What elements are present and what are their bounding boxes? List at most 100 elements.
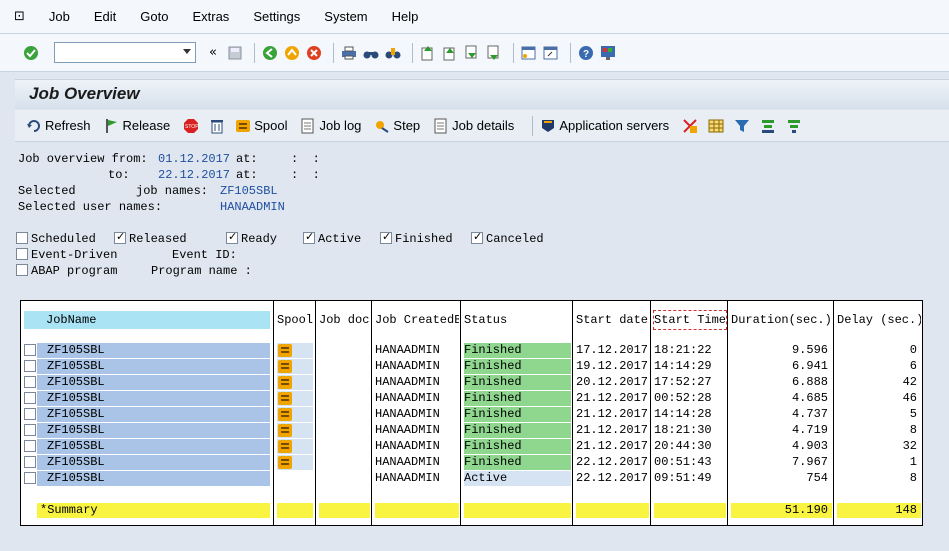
spool-cell[interactable] bbox=[277, 375, 313, 390]
last-page-icon[interactable] bbox=[485, 44, 503, 62]
job-name-cell[interactable]: ZF105SBL bbox=[37, 407, 270, 422]
row-select-checkbox[interactable] bbox=[24, 440, 36, 452]
menu-edit[interactable]: Edit bbox=[94, 9, 116, 24]
spool-cell[interactable] bbox=[277, 439, 313, 454]
filter-event-driven[interactable]: Event-Driven bbox=[16, 248, 117, 262]
row-select-checkbox[interactable] bbox=[24, 360, 36, 372]
column-header-start-time[interactable]: Start Time bbox=[653, 310, 727, 330]
column-header-delay[interactable]: Delay (sec.) bbox=[837, 311, 921, 329]
filter-abap-program[interactable]: ABAP program bbox=[16, 264, 117, 278]
filter-ready[interactable]: Ready bbox=[226, 230, 277, 246]
settings-button[interactable] bbox=[681, 117, 701, 134]
released-checkbox[interactable] bbox=[114, 230, 126, 244]
find-next-icon[interactable] bbox=[384, 44, 402, 62]
print-icon[interactable] bbox=[340, 44, 358, 62]
spool-cell[interactable] bbox=[277, 455, 313, 470]
active-checkbox[interactable] bbox=[303, 230, 315, 244]
job-log-button[interactable]: Job log bbox=[299, 117, 361, 134]
spool-icon[interactable] bbox=[278, 408, 292, 421]
ready-checkbox[interactable] bbox=[226, 230, 238, 244]
row-select-checkbox[interactable] bbox=[24, 392, 36, 404]
canceled-checkbox[interactable] bbox=[471, 230, 483, 244]
job-name-cell[interactable]: ZF105SBL bbox=[37, 375, 270, 390]
back-icon[interactable] bbox=[261, 44, 279, 62]
abap-program-checkbox[interactable] bbox=[16, 264, 28, 276]
enter-icon[interactable] bbox=[22, 44, 40, 62]
column-header-start-date[interactable]: Start date bbox=[576, 311, 649, 329]
row-select-checkbox[interactable] bbox=[24, 456, 36, 468]
first-page-icon[interactable] bbox=[419, 44, 437, 62]
menu-goto[interactable]: Goto bbox=[140, 9, 168, 24]
collapse-icon[interactable]: « bbox=[204, 44, 222, 62]
spool-button[interactable]: Spool bbox=[234, 117, 287, 134]
column-header-spool[interactable]: Spool bbox=[277, 311, 313, 329]
spool-icon[interactable] bbox=[278, 344, 292, 357]
column-header-created-by[interactable]: Job CreatedB bbox=[375, 311, 459, 329]
spool-icon[interactable] bbox=[278, 376, 292, 389]
spool-cell[interactable] bbox=[277, 407, 313, 422]
cancel-icon[interactable] bbox=[305, 44, 323, 62]
filter-active[interactable]: Active bbox=[303, 230, 361, 246]
menu-help[interactable]: Help bbox=[392, 9, 419, 24]
sort-descending-button[interactable] bbox=[785, 117, 805, 134]
new-session-icon[interactable] bbox=[520, 44, 538, 62]
job-name-cell[interactable]: ZF105SBL bbox=[37, 343, 270, 358]
finished-checkbox[interactable] bbox=[380, 230, 392, 244]
previous-page-icon[interactable] bbox=[441, 44, 459, 62]
stop-button[interactable]: STOP bbox=[182, 117, 202, 134]
column-header-job-doc[interactable]: Job doc bbox=[319, 311, 370, 329]
release-button[interactable]: Release bbox=[103, 117, 170, 134]
filter-button[interactable] bbox=[733, 117, 753, 134]
spool-icon[interactable] bbox=[278, 360, 292, 373]
help-icon[interactable]: ? bbox=[577, 44, 595, 62]
filter-released[interactable]: Released bbox=[114, 230, 187, 246]
menu-job[interactable]: Job bbox=[49, 9, 70, 24]
job-name-cell[interactable]: ZF105SBL bbox=[37, 471, 270, 486]
job-name-cell[interactable]: ZF105SBL bbox=[37, 423, 270, 438]
spool-cell[interactable] bbox=[277, 359, 313, 374]
shortcut-icon[interactable] bbox=[542, 44, 560, 62]
filter-scheduled[interactable]: Scheduled bbox=[16, 232, 96, 246]
column-header-duration[interactable]: Duration(sec.) bbox=[731, 311, 832, 329]
delete-button[interactable] bbox=[208, 117, 228, 134]
menu-system[interactable]: System bbox=[324, 9, 367, 24]
spool-icon[interactable] bbox=[278, 392, 292, 405]
job-name-cell[interactable]: ZF105SBL bbox=[37, 439, 270, 454]
menu-extras[interactable]: Extras bbox=[192, 9, 229, 24]
row-select-checkbox[interactable] bbox=[24, 376, 36, 388]
filter-canceled[interactable]: Canceled bbox=[471, 230, 544, 246]
column-header-status[interactable]: Status bbox=[464, 311, 571, 329]
command-field[interactable] bbox=[54, 42, 196, 63]
next-page-icon[interactable] bbox=[463, 44, 481, 62]
step-button[interactable]: Step bbox=[373, 117, 420, 134]
refresh-button[interactable]: Refresh bbox=[25, 117, 91, 134]
job-details-button[interactable]: Job details bbox=[432, 117, 514, 134]
row-select-checkbox[interactable] bbox=[24, 408, 36, 420]
grid-button[interactable] bbox=[707, 117, 727, 134]
row-select-checkbox[interactable] bbox=[24, 344, 36, 356]
scheduled-checkbox[interactable] bbox=[16, 232, 28, 244]
row-select-checkbox[interactable] bbox=[24, 472, 36, 484]
exit-icon[interactable] bbox=[283, 44, 301, 62]
column-header-jobname[interactable]: JobName bbox=[24, 311, 270, 329]
save-icon[interactable] bbox=[226, 44, 244, 62]
spool-cell[interactable] bbox=[277, 423, 313, 438]
find-icon[interactable] bbox=[362, 44, 380, 62]
filter-finished[interactable]: Finished bbox=[380, 230, 453, 246]
application-servers-button[interactable]: Application servers bbox=[539, 117, 669, 134]
spool-cell[interactable] bbox=[277, 391, 313, 406]
spool-cell[interactable] bbox=[277, 343, 313, 358]
menu-icon[interactable]: ⊡ bbox=[14, 9, 25, 24]
spool-cell[interactable] bbox=[277, 471, 313, 486]
job-name-cell[interactable]: ZF105SBL bbox=[37, 455, 270, 470]
spool-icon[interactable] bbox=[278, 456, 292, 469]
event-driven-checkbox[interactable] bbox=[16, 248, 28, 260]
customize-layout-icon[interactable] bbox=[599, 44, 617, 62]
row-select-checkbox[interactable] bbox=[24, 424, 36, 436]
spool-icon[interactable] bbox=[278, 440, 292, 453]
menu-settings[interactable]: Settings bbox=[253, 9, 300, 24]
job-name-cell[interactable]: ZF105SBL bbox=[37, 391, 270, 406]
sort-ascending-button[interactable] bbox=[759, 117, 779, 134]
job-name-cell[interactable]: ZF105SBL bbox=[37, 359, 270, 374]
spool-icon[interactable] bbox=[278, 424, 292, 437]
